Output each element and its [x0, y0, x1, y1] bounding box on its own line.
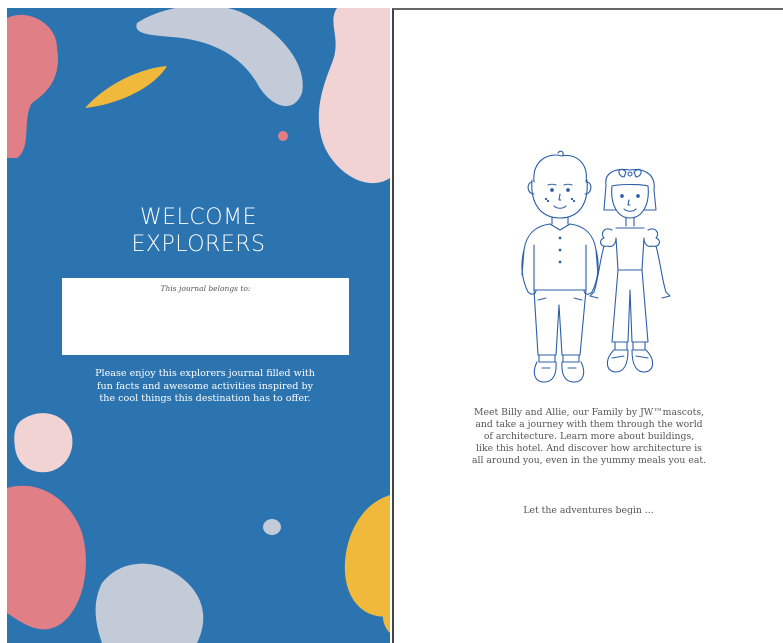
adventures-line: Let the adventures begin ... [523, 505, 654, 516]
pink-blob-bottom-left [7, 485, 86, 630]
grey-blob-top [136, 8, 303, 106]
welcome-title-line: WELCOME [140, 205, 257, 230]
welcome-page: WELCOME EXPLORERS This journal belongs t… [7, 8, 390, 643]
yellow-blob-bottom-right [344, 495, 390, 617]
intro-paragraph: Please enjoy this explorers journal fill… [77, 368, 333, 406]
light-pink-blob-top-right [318, 8, 390, 184]
intro-line: fun facts and awesome activities inspire… [96, 380, 314, 392]
mascots-intro-line: of architecture. Learn more about buildi… [483, 431, 695, 442]
intro-line: Please enjoy this explorers journal fill… [95, 368, 315, 379]
welcome-title: WELCOME EXPLORERS [7, 204, 390, 258]
mascots-intro-paragraph: Meet Billy and Allie, our Family by JW™m… [424, 407, 754, 467]
billy-figure [521, 150, 599, 383]
mascots-intro-line: all around you, even in the yummy meals … [471, 455, 707, 466]
journal-spread: WELCOME EXPLORERS This journal belongs t… [0, 0, 783, 643]
mascots-illustration [521, 150, 671, 383]
mascots-intro-line: like this hotel. And discover how archit… [476, 443, 702, 454]
pink-blob-top-left [7, 14, 58, 158]
grey-dot [263, 519, 281, 535]
intro-line: the cool things this destination has to … [99, 393, 311, 404]
mascots-page: Meet Billy and Allie, our Family by JW™m… [392, 8, 783, 643]
light-pink-blob-left [14, 413, 73, 473]
allie-figure [589, 168, 671, 373]
grey-blob-bottom [95, 563, 204, 643]
yellow-leaf [85, 66, 167, 108]
journal-owner-label: This journal belongs to: [160, 284, 251, 293]
journal-owner-field[interactable]: This journal belongs to: [62, 278, 349, 355]
mascots-intro-line: and take a journey with them through the… [475, 419, 703, 430]
pink-dot [278, 131, 288, 141]
welcome-title-line: EXPLORERS [131, 232, 266, 257]
mascots-intro-line: Meet Billy and Allie, our Family by JW™m… [473, 407, 705, 418]
